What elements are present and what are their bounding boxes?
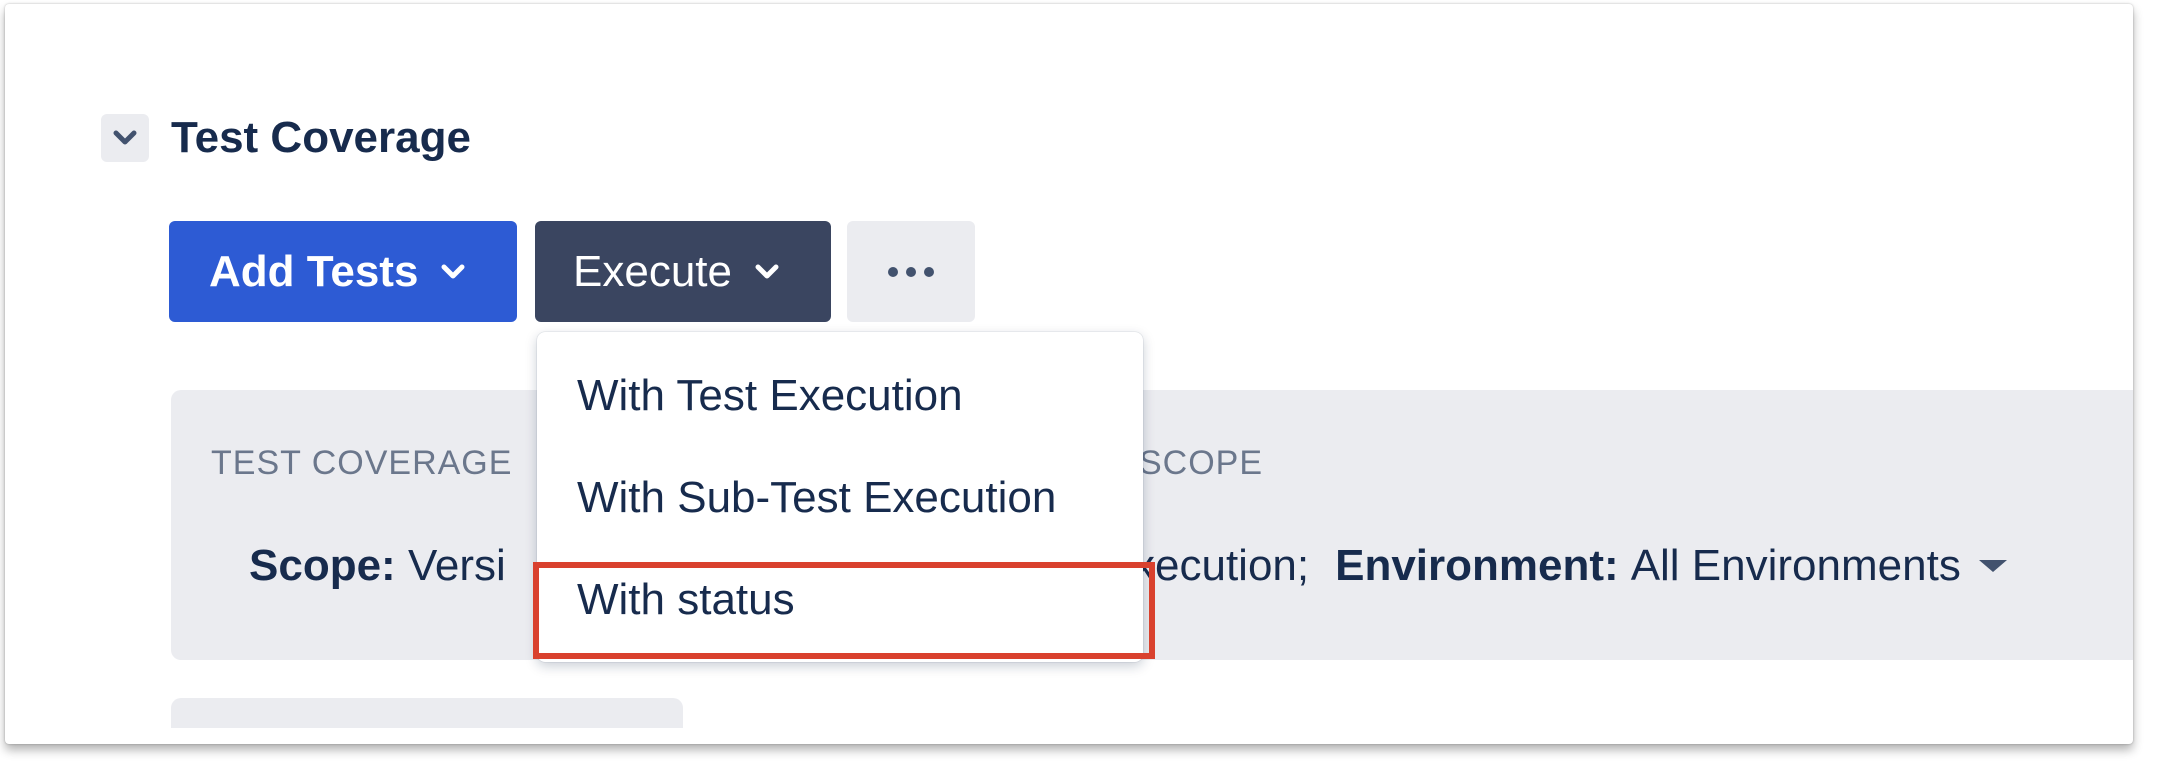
chevron-down-icon — [113, 130, 137, 145]
add-tests-button-label: Add Tests — [209, 246, 419, 296]
menu-item-with-test-execution[interactable]: With Test Execution — [577, 368, 963, 424]
scope-label: Scope: — [249, 541, 396, 590]
screenshot-frame: Test Coverage Add Tests Execute TEST COV… — [5, 4, 2133, 744]
more-actions-button[interactable] — [847, 221, 975, 322]
caret-down-icon[interactable] — [1978, 560, 2007, 572]
chevron-down-icon — [754, 263, 780, 281]
add-tests-button[interactable]: Add Tests — [169, 221, 517, 322]
environment-label: Environment: — [1335, 541, 1619, 590]
section-title: Test Coverage — [171, 113, 471, 162]
panel-heading-scope: SCOPE — [1139, 444, 1264, 482]
section-collapse-toggle[interactable] — [101, 114, 149, 162]
environment-select[interactable]: All Environments — [1631, 538, 1961, 594]
next-panel-edge — [171, 698, 683, 728]
menu-item-with-sub-test-execution[interactable]: With Sub-Test Execution — [577, 470, 1056, 526]
execute-button-label: Execute — [573, 246, 732, 296]
more-horizontal-icon — [888, 266, 934, 277]
scope-value-tail: xecution; — [1133, 541, 1310, 590]
chevron-down-icon — [440, 263, 466, 281]
scope-tail: xecution; Environment: All Environments — [1133, 538, 2007, 594]
scope-value[interactable]: Versi — [408, 541, 506, 590]
highlight-annotation-box — [533, 562, 1155, 659]
panel-heading: TEST COVERAGE — [211, 444, 513, 482]
scope-line: Scope: Versi — [249, 538, 506, 594]
execute-button[interactable]: Execute — [535, 221, 831, 322]
